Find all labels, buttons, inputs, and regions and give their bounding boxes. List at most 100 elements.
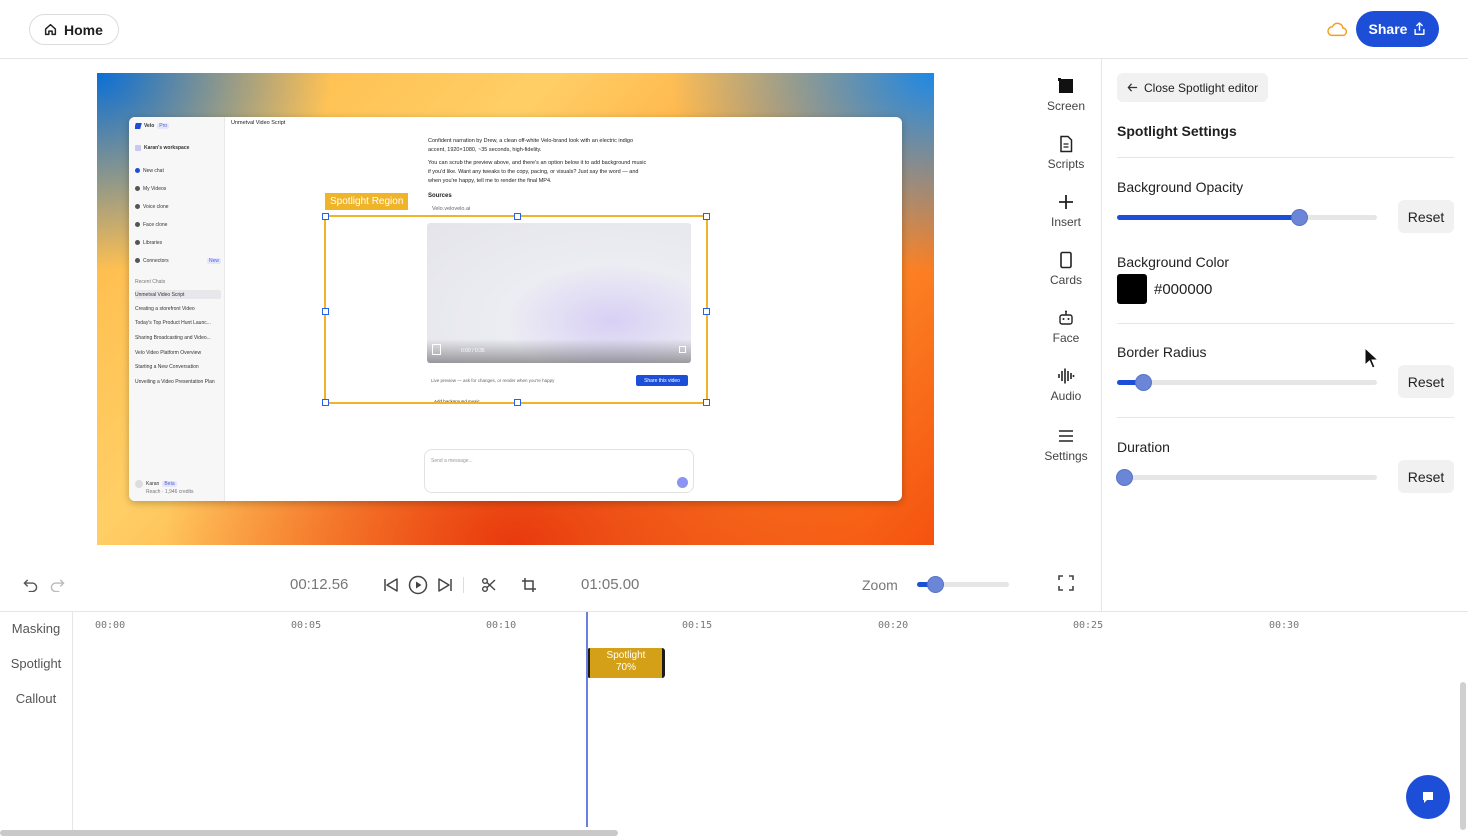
recent-chat-item[interactable]: Creating a storefront Video: [135, 304, 221, 313]
transport-bar: 00:12.56 01:05.00 Zoom: [0, 560, 1101, 610]
sidebar-item-face-clone[interactable]: Face clone: [135, 220, 221, 229]
tool-insert[interactable]: Insert: [1036, 193, 1096, 229]
close-spotlight-editor-button[interactable]: Close Spotlight editor: [1117, 73, 1269, 102]
undo-icon[interactable]: [23, 577, 38, 592]
recent-chat-label: Velo Video Platform Overview: [135, 349, 202, 356]
recent-chat-label: Today's Top Product Hunt Launc...: [135, 319, 211, 326]
tool-settings[interactable]: Settings: [1036, 427, 1096, 463]
resize-handle-ne[interactable]: [703, 213, 710, 220]
reset-opacity-button[interactable]: Reset: [1398, 200, 1454, 233]
tool-face[interactable]: Face: [1036, 309, 1096, 345]
time-tick: 00:20: [878, 620, 909, 631]
resize-handle-nw[interactable]: [322, 213, 329, 220]
tool-label: Face: [1052, 331, 1080, 345]
time-tick: 00:00: [95, 620, 126, 631]
total-time: 01:05.00: [581, 576, 640, 593]
tool-audio[interactable]: Audio: [1036, 367, 1096, 403]
sidebar-item-voice-clone[interactable]: Voice clone: [135, 202, 221, 211]
recent-chat-item[interactable]: Unmetval Video Script: [135, 290, 221, 299]
reset-duration-button[interactable]: Reset: [1398, 460, 1454, 493]
app-brand: Velo Pro: [135, 121, 221, 130]
duration-slider[interactable]: [1116, 469, 1377, 486]
recent-chat-item[interactable]: Velo Video Platform Overview: [135, 348, 221, 357]
play-icon[interactable]: [408, 575, 428, 595]
home-button[interactable]: Home: [29, 14, 119, 45]
recent-chat-item[interactable]: Sharing Broadcasting and Video...: [135, 333, 221, 342]
resize-handle-sw[interactable]: [322, 399, 329, 406]
workspace-avatar: [135, 144, 141, 151]
recent-chat-item[interactable]: Starting a New Conversation: [135, 362, 221, 371]
redo-icon[interactable]: [50, 577, 65, 592]
divider: [1117, 417, 1454, 418]
radius-slider-thumb[interactable]: [1135, 374, 1152, 391]
workspace-switcher[interactable]: Karan's workspace: [135, 143, 221, 152]
chat-button[interactable]: [1406, 775, 1450, 819]
resize-handle-se[interactable]: [703, 399, 710, 406]
duration-label: Duration: [1117, 439, 1170, 455]
recent-chat-label: Creating a storefront Video: [135, 305, 195, 312]
vertical-scrollbar[interactable]: [1460, 682, 1466, 830]
zoom-slider-thumb[interactable]: [927, 576, 945, 593]
resize-handle-n[interactable]: [514, 213, 521, 220]
sidebar-item-my-videos[interactable]: My Videos: [135, 184, 221, 193]
robot-icon: [1059, 310, 1073, 325]
reset-radius-button[interactable]: Reset: [1398, 365, 1454, 398]
zoom-slider[interactable]: [917, 576, 1009, 593]
radius-slider[interactable]: [1117, 374, 1377, 391]
sidebar-item-libraries[interactable]: Libraries: [135, 238, 221, 247]
tool-cards[interactable]: Cards: [1036, 251, 1096, 287]
duration-slider-thumb[interactable]: [1116, 469, 1133, 486]
spotlight-clip[interactable]: Spotlight 70%: [587, 648, 665, 678]
skip-forward-icon[interactable]: [437, 577, 453, 593]
share-button[interactable]: Share: [1356, 11, 1439, 47]
clip-title: Spotlight: [606, 650, 646, 661]
resize-handle-e[interactable]: [703, 308, 710, 315]
message-input[interactable]: Send a message...: [431, 458, 473, 464]
crop-icon[interactable]: [521, 577, 537, 593]
resize-handle-w[interactable]: [322, 308, 329, 315]
source-link[interactable]: Velo.velovelo.ai: [432, 206, 470, 212]
tool-screen[interactable]: Screen: [1036, 77, 1096, 113]
spotlight-region[interactable]: [322, 213, 710, 406]
library-icon: [135, 240, 140, 245]
cloud-icon[interactable]: [1326, 19, 1348, 39]
time-tick: 00:25: [1073, 620, 1104, 631]
horizontal-scrollbar[interactable]: [0, 830, 618, 836]
resize-handle-s[interactable]: [514, 399, 521, 406]
fullscreen-icon[interactable]: [1058, 575, 1074, 591]
opacity-slider-thumb[interactable]: [1291, 209, 1308, 226]
recent-chat-item[interactable]: Today's Top Product Hunt Launc...: [135, 318, 221, 327]
clip-value: 70%: [615, 662, 636, 673]
user-name: Karan: [146, 480, 160, 487]
chat-paragraph-line: Confident narration by Drew, a clean off…: [428, 138, 634, 144]
color-hex-value[interactable]: #000000: [1154, 281, 1212, 298]
sidebar-item-new-chat[interactable]: New chat: [135, 166, 221, 175]
recent-chat-label: Starting a New Conversation: [135, 363, 199, 370]
recent-chat-item[interactable]: Unveiling a Video Presentation Plan: [135, 377, 221, 386]
connector-icon: [135, 258, 140, 263]
skip-back-icon[interactable]: [383, 577, 399, 593]
brand-badge: Pro: [157, 122, 170, 129]
message-composer[interactable]: Send a message...: [424, 449, 694, 493]
video-preview[interactable]: Velo Pro Karan's workspace New chat My V…: [97, 73, 934, 545]
sidebar-item-connectors[interactable]: Connectors New: [135, 256, 221, 265]
track-label-masking: Masking: [11, 621, 61, 636]
timeline[interactable]: Masking Spotlight Callout 00:00 00:05 00…: [0, 611, 1468, 837]
color-swatch[interactable]: [1117, 274, 1147, 304]
scissors-icon[interactable]: [481, 577, 497, 593]
menu-icon: [1059, 430, 1073, 442]
opacity-label: Background Opacity: [1117, 179, 1244, 195]
tool-label: Cards: [1049, 273, 1082, 287]
voice-icon: [135, 204, 140, 209]
mouse-cursor-icon: [1364, 347, 1380, 369]
playhead[interactable]: [586, 612, 588, 827]
new-chat-icon: [135, 168, 140, 173]
user-badge: Beta: [162, 480, 177, 487]
file-icon: [1060, 135, 1073, 153]
send-icon[interactable]: [677, 477, 688, 488]
divider: [1117, 323, 1454, 324]
tool-scripts[interactable]: Scripts: [1036, 135, 1096, 171]
recent-chats-header: Recent Chats: [135, 277, 221, 286]
opacity-slider[interactable]: [1117, 209, 1377, 226]
tool-label: Audio: [1050, 389, 1082, 403]
